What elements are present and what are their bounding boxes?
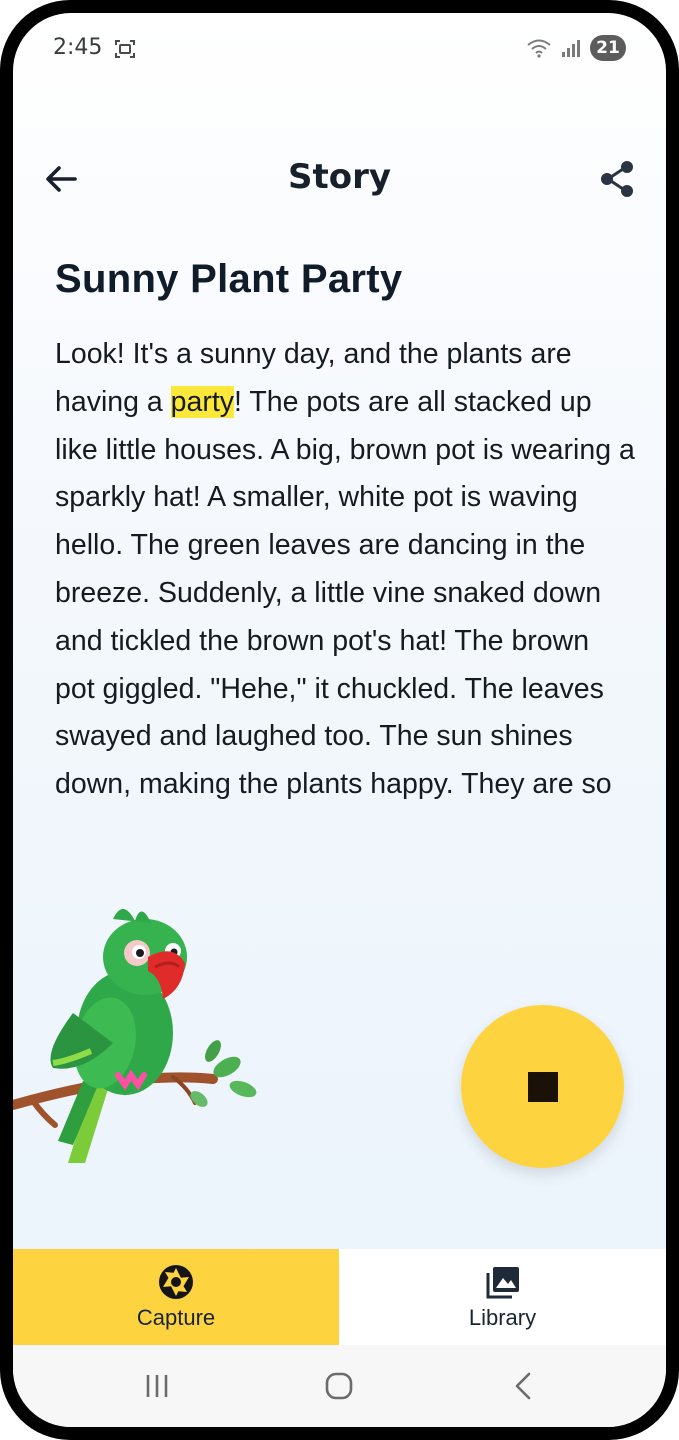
screen: 2:45 21 Story Sunny Plant Party Look! It… [13, 13, 666, 1427]
home-icon[interactable] [324, 1371, 354, 1401]
bottom-nav: Capture Library [13, 1249, 666, 1345]
nav-capture[interactable]: Capture [13, 1249, 339, 1345]
nav-library-label: Library [468, 1305, 537, 1330]
camera-aperture-icon [159, 1265, 193, 1299]
story-text: Look! It's a sunny day, and the plants a… [55, 331, 635, 809]
stop-button[interactable] [461, 1005, 624, 1168]
system-nav-bar [13, 1345, 666, 1427]
stop-icon [528, 1072, 558, 1102]
photo-library-icon [486, 1267, 519, 1299]
app-bar: Story [13, 143, 666, 215]
share-icon[interactable] [598, 159, 638, 199]
battery-icon: 21 [590, 35, 626, 61]
nav-capture-label: Capture [136, 1305, 216, 1330]
status-bar: 2:45 21 [13, 13, 666, 83]
status-time: 2:45 [53, 35, 103, 60]
story-title: Sunny Plant Party [55, 257, 403, 301]
signal-icon [562, 40, 580, 57]
parrot-illustration [13, 908, 257, 1163]
page-title: Story [287, 157, 392, 197]
highlighted-word: party [170, 385, 235, 418]
back-icon[interactable] [511, 1371, 535, 1401]
wifi-icon [527, 39, 551, 58]
story-text-after: ! The pots are all stacked up like littl… [55, 385, 635, 801]
nav-library[interactable]: Library [339, 1249, 666, 1345]
recent-apps-icon[interactable] [144, 1373, 170, 1399]
phone-frame: 2:45 21 Story Sunny Plant Party Look! It… [0, 0, 679, 1440]
status-icons: 21 [526, 35, 626, 61]
screenshot-icon [115, 40, 135, 58]
